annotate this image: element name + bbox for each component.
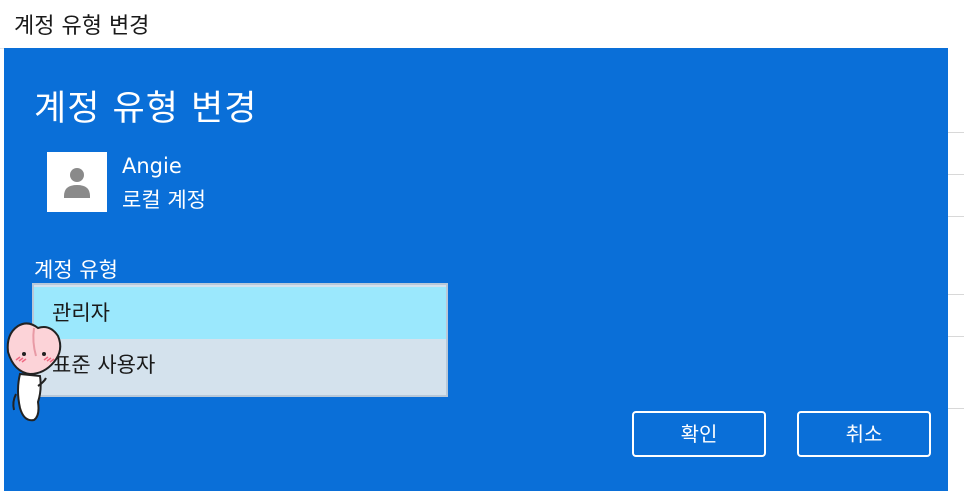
change-account-type-window: 계정 유형 변경 계정 유형 변경 Angie 로컬 계정 계정 유형 관리자 … (0, 0, 964, 491)
change-account-type-dialog: 계정 유형 변경 Angie 로컬 계정 계정 유형 관리자 표준 사용자 확인… (4, 48, 948, 491)
ok-button[interactable]: 확인 (632, 411, 766, 457)
user-account-kind: 로컬 계정 (122, 188, 206, 212)
dialog-heading: 계정 유형 변경 (34, 89, 258, 129)
user-name: Angie (122, 154, 182, 178)
account-type-option-admin[interactable]: 관리자 (34, 287, 446, 339)
account-type-option-standard[interactable]: 표준 사용자 (34, 339, 446, 391)
account-type-listbox[interactable]: 관리자 표준 사용자 (32, 283, 448, 397)
window-title: 계정 유형 변경 (14, 14, 150, 39)
peach-character-sticker (6, 322, 62, 422)
title-bar: 계정 유형 변경 (0, 0, 964, 49)
account-type-label: 계정 유형 (34, 258, 118, 282)
background-window-edge (948, 48, 964, 491)
user-silhouette-icon (47, 152, 107, 212)
user-avatar (47, 152, 107, 212)
cancel-button[interactable]: 취소 (797, 411, 931, 457)
